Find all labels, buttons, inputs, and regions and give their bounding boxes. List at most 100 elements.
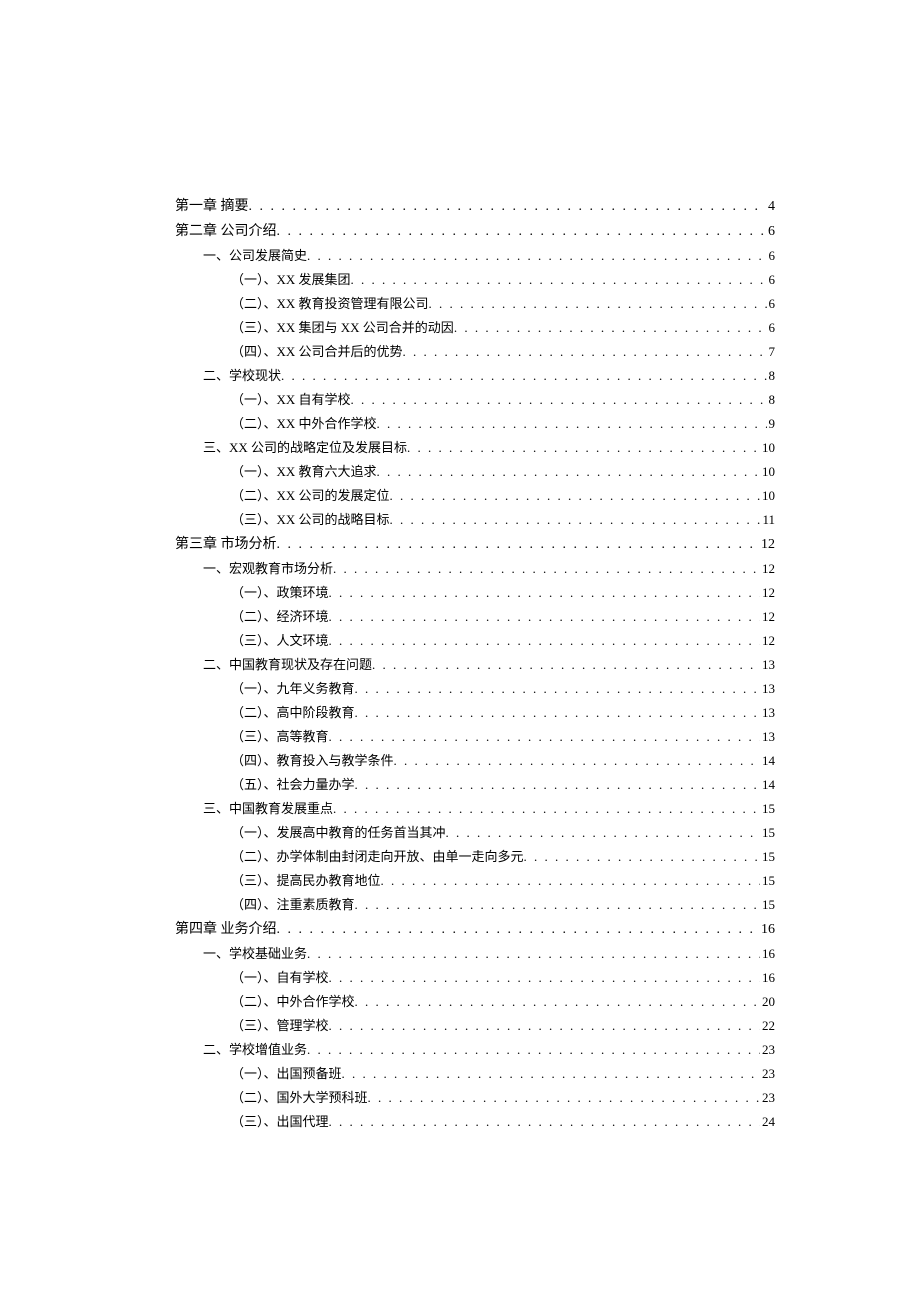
toc-page-number: 20 — [760, 994, 775, 1010]
toc-entry[interactable]: （三）、高等教育13 — [231, 726, 775, 745]
toc-entry[interactable]: （三）、人文环境12 — [231, 630, 775, 649]
toc-entry[interactable]: （二）、XX 公司的发展定位10 — [231, 485, 775, 504]
toc-title: 一、学校基础业务 — [203, 943, 307, 962]
toc-entry[interactable]: （二）、高中阶段教育13 — [231, 702, 775, 721]
toc-entry[interactable]: （三）、管理学校 22 — [231, 1015, 775, 1034]
toc-page-number: 23 — [760, 1090, 775, 1106]
toc-entry[interactable]: 三、中国教育发展重点15 — [203, 798, 775, 817]
toc-leader-dots — [277, 922, 760, 938]
toc-entry[interactable]: （三）、XX 集团与 XX 公司合并的动因 6 — [231, 317, 775, 336]
toc-leader-dots — [249, 199, 767, 215]
toc-leader-dots — [372, 657, 760, 673]
toc-title: 二、中国教育现状及存在问题 — [203, 654, 372, 673]
toc-title: 第四章 业务介绍 — [175, 918, 277, 938]
toc-title: 二、学校现状 — [203, 365, 281, 384]
toc-entry[interactable]: （一）、XX 自有学校8 — [231, 389, 775, 408]
toc-leader-dots — [342, 1066, 760, 1082]
toc-entry[interactable]: （三）、出国代理 24 — [231, 1111, 775, 1130]
toc-title: （三）、出国代理 — [231, 1111, 329, 1130]
toc-entry[interactable]: （二）、XX 中外合作学校9 — [231, 413, 775, 432]
toc-page-number: 6 — [767, 272, 776, 288]
toc-leader-dots — [390, 512, 761, 528]
toc-entry[interactable]: （一）、出国预备班 23 — [231, 1063, 775, 1082]
toc-entry[interactable]: （一）、政策环境12 — [231, 582, 775, 601]
toc-title: （一）、XX 教育六大追求 — [231, 461, 377, 480]
toc-entry[interactable]: （二）、XX 教育投资管理有限公司6 — [231, 293, 775, 312]
toc-title: （三）、人文环境 — [231, 630, 329, 649]
toc-page-number: 15 — [760, 849, 775, 865]
toc-leader-dots — [355, 681, 760, 697]
toc-title: （一）、自有学校 — [231, 967, 329, 986]
toc-entry[interactable]: （三）、XX 公司的战略目标 11 — [231, 509, 775, 528]
toc-title: （三）、XX 公司的战略目标 — [231, 509, 390, 528]
toc-leader-dots — [429, 296, 767, 312]
toc-leader-dots — [329, 1018, 760, 1034]
toc-leader-dots — [307, 1042, 760, 1058]
toc-entry[interactable]: 第四章 业务介绍 16 — [175, 918, 775, 938]
toc-page-number: 16 — [760, 970, 775, 986]
toc-page-number: 16 — [759, 922, 775, 938]
toc-page-number: 6 — [767, 320, 776, 336]
toc-title: （三）、管理学校 — [231, 1015, 329, 1034]
toc-page-number: 14 — [760, 777, 775, 793]
toc-entry[interactable]: （一）、XX 教育六大追求10 — [231, 461, 775, 480]
toc-entry[interactable]: 第一章 摘要4 — [175, 195, 775, 215]
toc-entry[interactable]: （一）、发展高中教育的任务首当其冲 15 — [231, 822, 775, 841]
toc-title: 三、中国教育发展重点 — [203, 798, 333, 817]
toc-entry[interactable]: （一）、九年义务教育13 — [231, 678, 775, 697]
toc-entry[interactable]: （一）、自有学校 16 — [231, 967, 775, 986]
toc-page-number: 8 — [767, 392, 776, 408]
toc-entry[interactable]: （二）、经济环境12 — [231, 606, 775, 625]
toc-title: （四）、教育投入与教学条件 — [231, 750, 394, 769]
toc-title: （一）、出国预备班 — [231, 1063, 342, 1082]
toc-entry[interactable]: 一、宏观教育市场分析12 — [203, 558, 775, 577]
toc-page-number: 24 — [760, 1114, 775, 1130]
toc-entry[interactable]: （二）、办学体制由封闭走向开放、由单一走向多元 15 — [231, 846, 775, 865]
toc-page-number: 6 — [766, 224, 775, 240]
toc-title: （三）、XX 集团与 XX 公司合并的动因 — [231, 317, 454, 336]
toc-leader-dots — [454, 320, 767, 336]
toc-title: （二）、XX 教育投资管理有限公司 — [231, 293, 429, 312]
toc-entry[interactable]: （一）、XX 发展集团6 — [231, 269, 775, 288]
toc-page-number: 11 — [760, 512, 775, 528]
toc-title: （一）、发展高中教育的任务首当其冲 — [231, 822, 446, 841]
toc-page-number: 22 — [760, 1018, 775, 1034]
toc-entry[interactable]: （三）、提高民办教育地位15 — [231, 870, 775, 889]
toc-entry[interactable]: 一、学校基础业务16 — [203, 943, 775, 962]
toc-leader-dots — [355, 994, 760, 1010]
toc-page-number: 13 — [760, 705, 775, 721]
toc-entry[interactable]: 一、公司发展简史6 — [203, 245, 775, 264]
toc-entry[interactable]: 二、学校增值业务23 — [203, 1039, 775, 1058]
toc-entry[interactable]: （五）、社会力量办学14 — [231, 774, 775, 793]
toc-entry[interactable]: 第二章 公司介绍6 — [175, 220, 775, 240]
toc-entry[interactable]: 二、中国教育现状及存在问题13 — [203, 654, 775, 673]
toc-page-number: 23 — [760, 1066, 775, 1082]
toc-leader-dots — [329, 609, 760, 625]
toc-entry[interactable]: （四）、XX 公司合并后的优势7 — [231, 341, 775, 360]
toc-entry[interactable]: （四）、教育投入与教学条件14 — [231, 750, 775, 769]
toc-entry[interactable]: （四）、注重素质教育15 — [231, 894, 775, 913]
toc-entry[interactable]: （二）、中外合作学校20 — [231, 991, 775, 1010]
toc-leader-dots — [355, 777, 760, 793]
toc-title: （二）、办学体制由封闭走向开放、由单一走向多元 — [231, 846, 524, 865]
toc-leader-dots — [446, 825, 760, 841]
toc-entry[interactable]: 三、XX 公司的战略定位及发展目标 10 — [203, 437, 775, 456]
toc-entry[interactable]: 第三章 市场分析12 — [175, 533, 775, 553]
toc-page-number: 15 — [760, 825, 775, 841]
toc-page-number: 10 — [760, 440, 775, 456]
toc-page-number: 7 — [767, 344, 776, 360]
toc-page-number: 13 — [760, 729, 775, 745]
toc-leader-dots — [307, 946, 760, 962]
toc-leader-dots — [524, 849, 760, 865]
toc-leader-dots — [407, 440, 760, 456]
toc-leader-dots — [390, 488, 760, 504]
toc-leader-dots — [403, 344, 767, 360]
toc-entry[interactable]: 二、学校现状8 — [203, 365, 775, 384]
toc-title: （一）、政策环境 — [231, 582, 329, 601]
toc-title: 三、XX 公司的战略定位及发展目标 — [203, 437, 407, 456]
toc-title: （二）、XX 中外合作学校 — [231, 413, 377, 432]
toc-leader-dots — [355, 705, 760, 721]
toc-leader-dots — [281, 368, 766, 384]
toc-entry[interactable]: （二）、国外大学预科班23 — [231, 1087, 775, 1106]
toc-leader-dots — [377, 416, 767, 432]
